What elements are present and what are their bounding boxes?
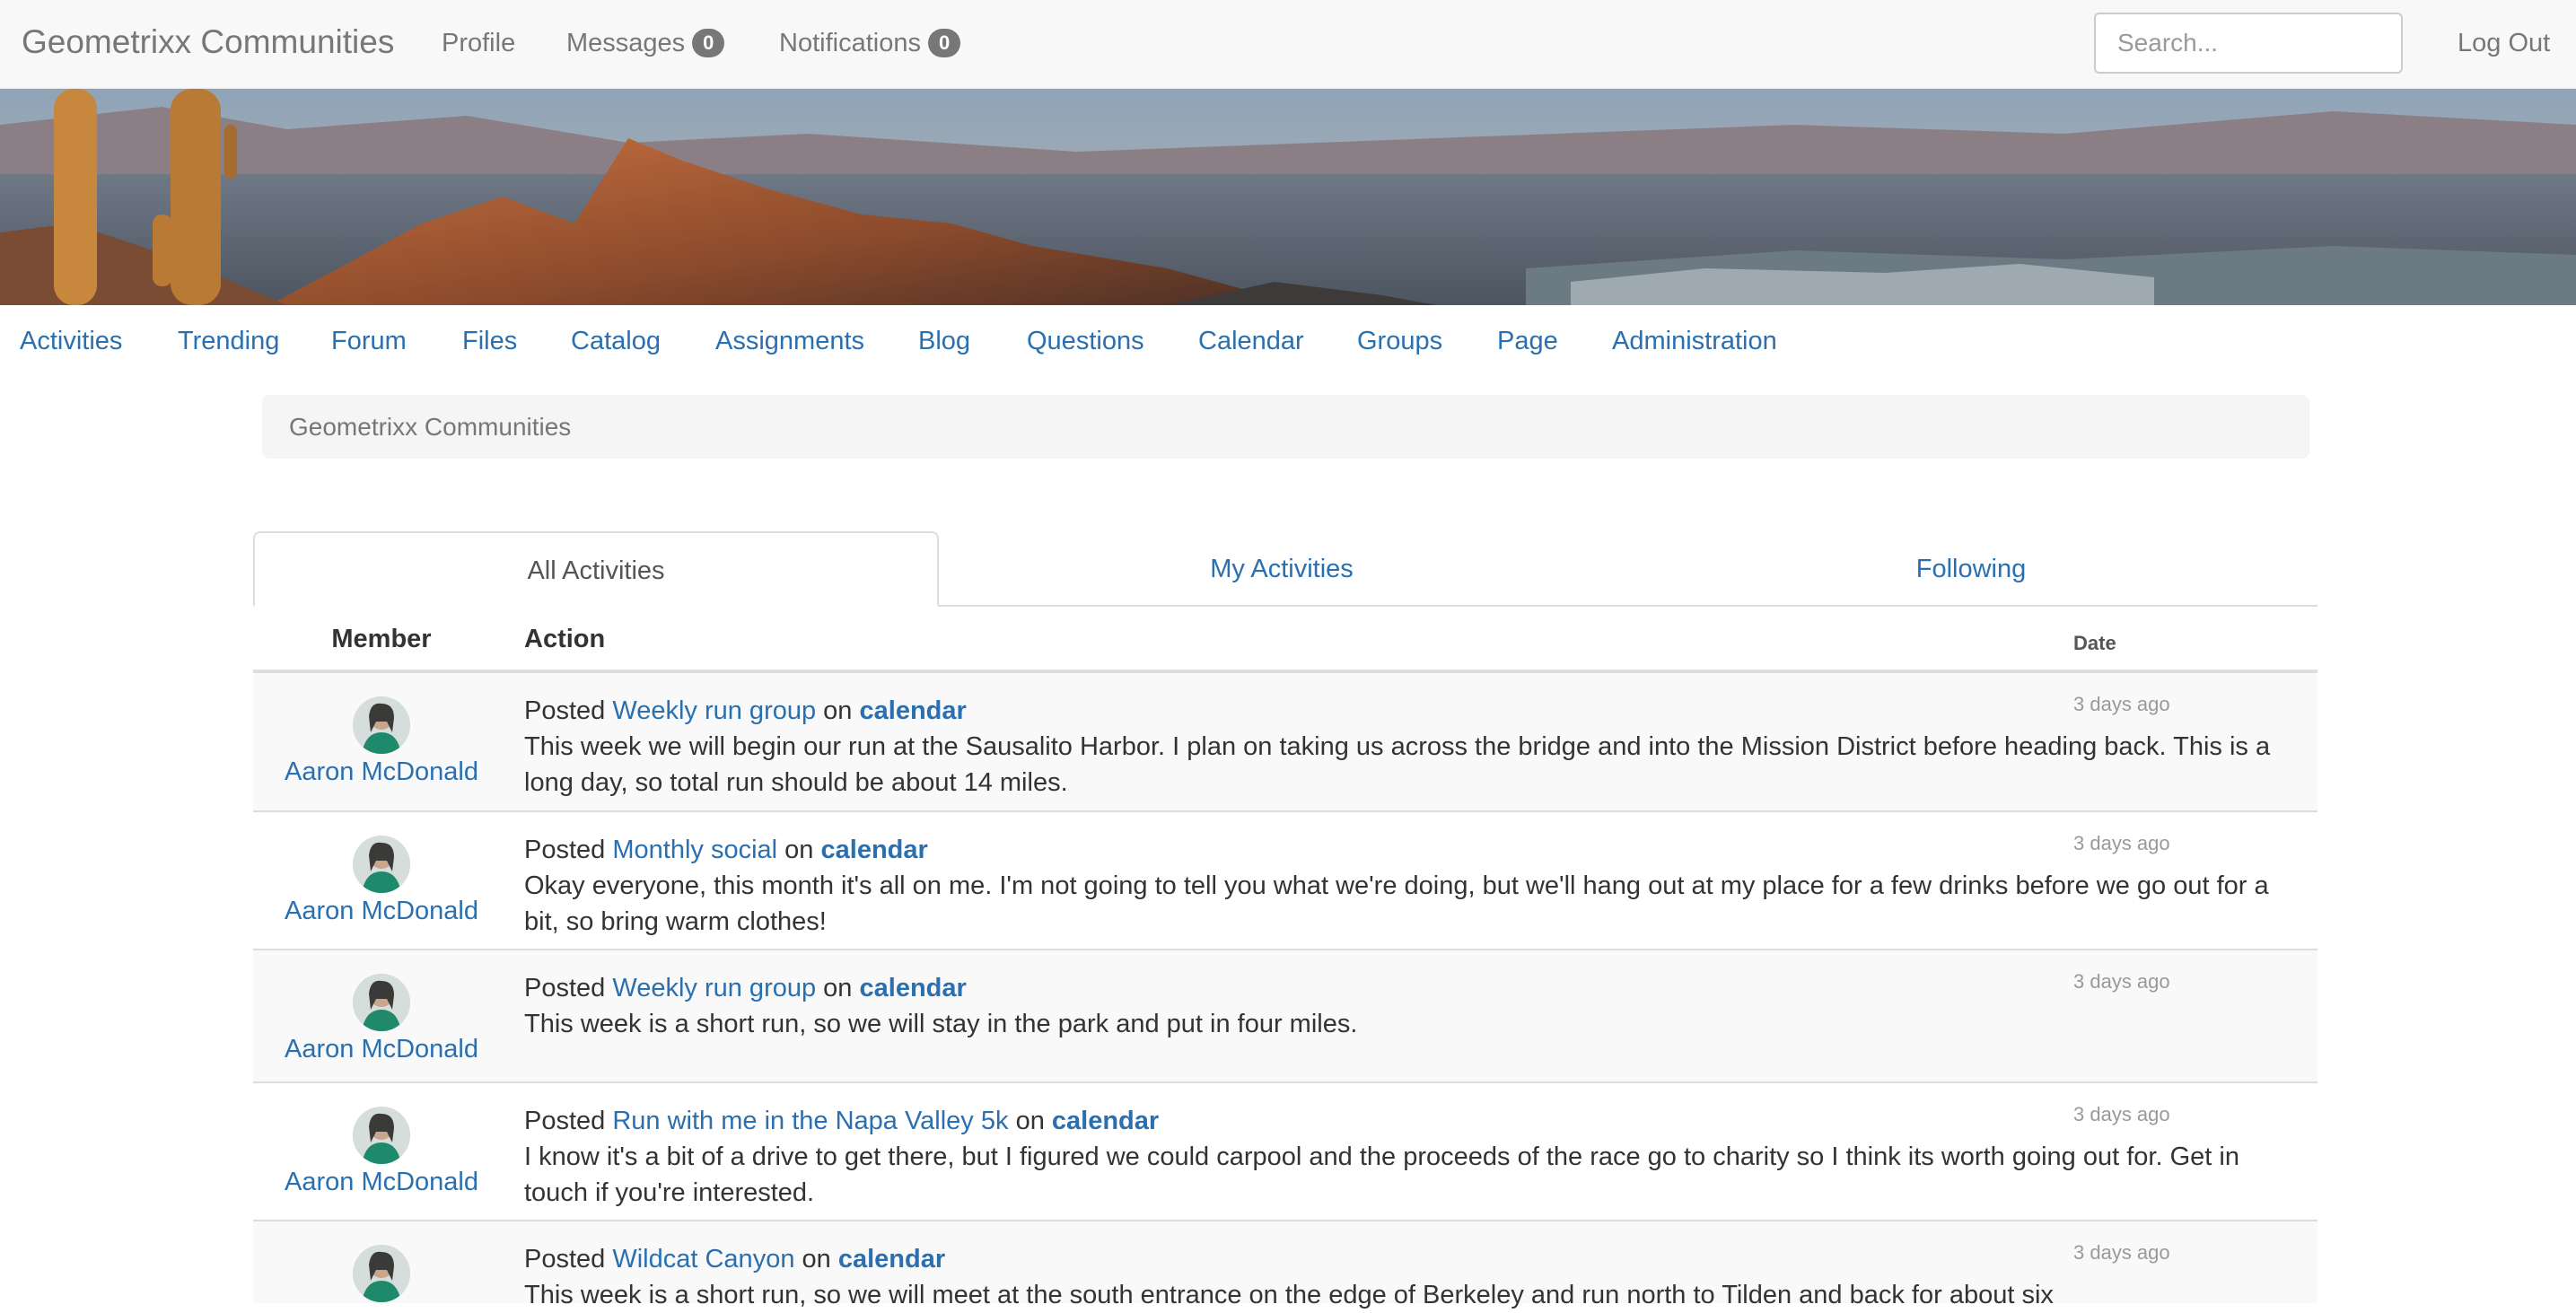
notifications-link[interactable]: Notifications 0 [779, 29, 961, 58]
activity-target-link[interactable]: calendar [838, 1245, 945, 1274]
member-name-link[interactable]: Aaron McDonald [253, 1035, 510, 1064]
action-verb: Posted [524, 696, 606, 725]
tab-following[interactable]: Following [1625, 531, 2318, 607]
tab-all-activities[interactable]: All Activities [253, 531, 939, 607]
activity-date: 3 days ago [2073, 970, 2170, 993]
breadcrumb: Geometrixx Communities [262, 395, 2309, 459]
action-verb: Posted [524, 1245, 606, 1274]
activity-date: 3 days ago [2073, 832, 2170, 854]
activity-target-link[interactable]: calendar [821, 836, 928, 864]
section-nav: Activities Trending Forum Files Catalog … [0, 305, 2576, 377]
activity-table-header: Member Action Date [253, 607, 2318, 673]
action-cell: Posted Weekly run group on calendar This… [524, 970, 2283, 1042]
profile-link[interactable]: Profile [442, 29, 515, 58]
activity-date: 3 days ago [2073, 1103, 2170, 1125]
top-navbar: Geometrixx Communities Profile Messages 0… [0, 0, 2576, 89]
column-header-date: Date [2073, 632, 2116, 654]
column-header-action: Action [524, 625, 606, 653]
member-cell [253, 1245, 510, 1302]
search-input[interactable] [2094, 13, 2403, 74]
activity-item-link[interactable]: Run with me in the Napa Valley 5k [612, 1107, 1008, 1135]
member-name-link[interactable]: Aaron McDonald [253, 1168, 510, 1197]
activity-item-link[interactable]: Weekly run group [612, 696, 816, 725]
activity-tabs: All Activities My Activities Following [253, 531, 2318, 607]
activity-date: 3 days ago [2073, 1241, 2170, 1264]
nav-blog[interactable]: Blog [918, 327, 970, 356]
nav-questions[interactable]: Questions [1027, 327, 1144, 356]
member-cell: Aaron McDonald [253, 1107, 510, 1197]
action-preposition: on [823, 696, 853, 725]
action-preposition: on [784, 836, 814, 864]
nav-files[interactable]: Files [462, 327, 517, 356]
activity-target-link[interactable]: calendar [1052, 1107, 1159, 1135]
messages-link[interactable]: Messages 0 [566, 29, 725, 58]
member-name-link[interactable]: Aaron McDonald [253, 757, 510, 787]
action-preposition: on [802, 1245, 831, 1274]
table-row: Aaron McDonald Posted Weekly run group o… [253, 673, 2318, 812]
action-cell: Posted Wildcat Canyon on calendar This w… [524, 1241, 2283, 1313]
nav-activities[interactable]: Activities [20, 327, 122, 356]
activity-target-link[interactable]: calendar [860, 974, 967, 1002]
activity-text: This week is a short run, so we will sta… [524, 1010, 1358, 1038]
header-banner-image [0, 89, 2576, 305]
action-cell: Posted Weekly run group on calendar This… [524, 693, 2283, 801]
table-row: Aaron McDonald Posted Monthly social on … [253, 812, 2318, 950]
action-verb: Posted [524, 836, 606, 864]
action-preposition: on [1015, 1107, 1045, 1135]
activity-text: Okay everyone, this month it's all on me… [524, 871, 2269, 936]
messages-count-badge: 0 [692, 29, 725, 57]
tab-my-activities[interactable]: My Activities [939, 531, 1625, 607]
nav-groups[interactable]: Groups [1357, 327, 1442, 356]
nav-calendar[interactable]: Calendar [1198, 327, 1304, 356]
user-avatar-icon[interactable] [353, 974, 410, 1031]
table-row: Aaron McDonald Posted Weekly run group o… [253, 950, 2318, 1083]
activity-target-link[interactable]: calendar [860, 696, 967, 725]
activity-text: This week is a short run, so we will mee… [524, 1281, 2054, 1309]
table-row: Posted Wildcat Canyon on calendar This w… [253, 1221, 2318, 1309]
logout-link[interactable]: Log Out [2458, 29, 2550, 58]
action-verb: Posted [524, 974, 606, 1002]
activity-item-link[interactable]: Monthly social [612, 836, 777, 864]
member-cell: Aaron McDonald [253, 696, 510, 787]
user-avatar-icon[interactable] [353, 1107, 410, 1164]
activity-text: This week we will begin our run at the S… [524, 732, 2271, 797]
brand-title[interactable]: Geometrixx Communities [22, 23, 394, 61]
action-cell: Posted Run with me in the Napa Valley 5k… [524, 1103, 2283, 1211]
nav-administration[interactable]: Administration [1612, 327, 1777, 356]
nav-forum[interactable]: Forum [331, 327, 407, 356]
notifications-count-badge: 0 [927, 29, 961, 57]
user-avatar-icon[interactable] [353, 1245, 410, 1302]
action-preposition: on [823, 974, 853, 1002]
table-row: Aaron McDonald Posted Run with me in the… [253, 1083, 2318, 1221]
nav-assignments[interactable]: Assignments [715, 327, 864, 356]
user-avatar-icon[interactable] [353, 696, 410, 754]
member-cell: Aaron McDonald [253, 836, 510, 926]
activity-text: I know it's a bit of a drive to get ther… [524, 1142, 2239, 1207]
nav-page[interactable]: Page [1497, 327, 1558, 356]
column-header-member: Member [331, 625, 432, 653]
breadcrumb-item[interactable]: Geometrixx Communities [289, 413, 571, 441]
messages-label: Messages [566, 29, 686, 57]
member-name-link[interactable]: Aaron McDonald [253, 897, 510, 926]
activity-date: 3 days ago [2073, 693, 2170, 715]
activity-item-link[interactable]: Weekly run group [612, 974, 816, 1002]
member-cell: Aaron McDonald [253, 974, 510, 1064]
activity-item-link[interactable]: Wildcat Canyon [612, 1245, 794, 1274]
action-verb: Posted [524, 1107, 606, 1135]
notifications-label: Notifications [779, 29, 921, 57]
nav-catalog[interactable]: Catalog [571, 327, 661, 356]
nav-trending[interactable]: Trending [178, 327, 279, 356]
user-avatar-icon[interactable] [353, 836, 410, 893]
action-cell: Posted Monthly social on calendar Okay e… [524, 832, 2283, 940]
